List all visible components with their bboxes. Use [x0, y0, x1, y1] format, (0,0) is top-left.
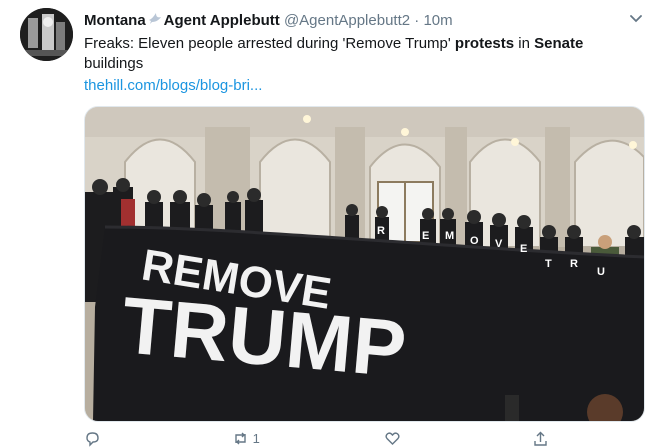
like-button[interactable] [384, 430, 401, 445]
separator-dot: · [414, 12, 420, 29]
chevron-down-icon[interactable] [629, 12, 643, 26]
display-name[interactable]: Montana [84, 12, 146, 29]
tweet-actions: 1 [84, 430, 604, 447]
retweet-icon [235, 432, 246, 445]
tweet-link[interactable]: thehill.com/blogs/blog-bri... [84, 76, 262, 96]
tweet[interactable]: Montana Agent Applebutt @AgentApplebutt2 … [0, 0, 661, 447]
retweet-count: 1 [252, 431, 260, 446]
shirt-letter: V [495, 238, 503, 250]
tweet-text-part: buildings [84, 55, 144, 72]
tweet-text-keyword: protests [454, 35, 515, 52]
tweet-text-part: in [514, 35, 535, 52]
shirt-letter: M [445, 230, 454, 242]
user-handle[interactable]: @AgentApplebutt2 [284, 12, 410, 29]
reply-icon [86, 432, 99, 447]
reply-button[interactable] [84, 430, 101, 447]
tweet-text-part: Freaks: Eleven people arrested during 'R… [84, 35, 455, 52]
shirt-letter: E [520, 243, 527, 255]
shirt-letter: O [470, 235, 479, 247]
tweet-header: Montana Agent Applebutt @AgentApplebutt2 … [84, 10, 631, 32]
tweet-text: Freaks: Eleven people arrested during 'R… [84, 34, 629, 74]
avatar[interactable] [20, 8, 73, 61]
shirt-letter: R [377, 225, 385, 237]
heart-icon [385, 432, 400, 445]
retweet-button[interactable]: 1 [232, 430, 260, 446]
dove-icon [148, 13, 161, 24]
shirt-letter: T [545, 258, 552, 270]
tweet-timestamp[interactable]: 10m [423, 12, 452, 29]
shirt-letter: R [570, 258, 578, 270]
display-name-suffix[interactable]: Agent Applebutt [164, 12, 280, 29]
shirt-letter: U [597, 266, 605, 278]
tweet-photo[interactable]: REMOVE TRUMP R E M O V E T R U [84, 106, 645, 422]
shirt-letter: E [422, 230, 429, 242]
share-icon [534, 431, 547, 446]
share-button[interactable] [532, 430, 549, 446]
tweet-text-keyword: Senate [534, 35, 584, 52]
